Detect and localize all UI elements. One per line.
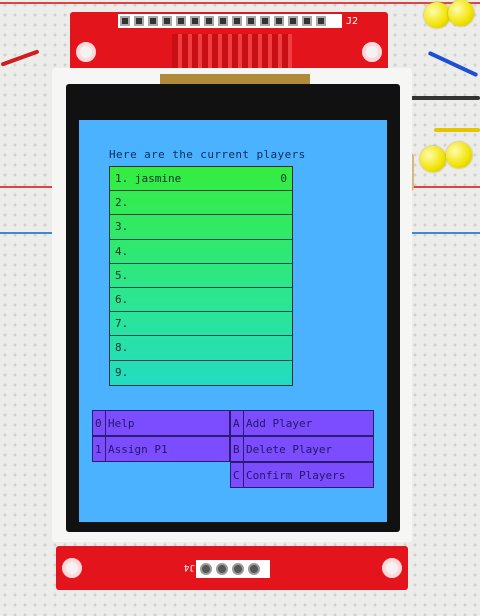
player-row[interactable]: 1. jasmine 0 [110, 167, 292, 192]
player-label: 6. [115, 292, 129, 306]
player-row[interactable]: 9. [110, 361, 292, 385]
confirm-players-button[interactable]: C Confirm Players [230, 462, 374, 488]
player-label: 3. [115, 220, 129, 234]
menu-key: A [233, 417, 240, 430]
player-label: 2. [115, 196, 129, 210]
screen-title: Here are the current players [109, 148, 306, 161]
mount-hole [382, 558, 402, 578]
player-row[interactable]: 8. [110, 336, 292, 361]
menu-label: Delete Player [246, 443, 333, 456]
menu-label: Confirm Players [246, 469, 346, 482]
led-yellow [420, 146, 446, 172]
flex-cable [160, 74, 310, 84]
player-label: 7. [115, 317, 129, 331]
menu-label: Help [108, 417, 135, 430]
mount-hole [62, 558, 82, 578]
player-score: 0 [280, 172, 287, 185]
led-yellow [424, 2, 450, 28]
assign-p1-button[interactable]: 1 Assign P1 [92, 436, 230, 462]
player-list: 1. jasmine 0 2. 3. 4. 5. 6. 7. 8. 9. [109, 166, 293, 386]
menu-key: C [233, 469, 240, 482]
player-label: 5. [115, 268, 129, 282]
menu-key: B [233, 443, 240, 456]
yellow-wire [434, 128, 480, 132]
delete-player-button[interactable]: B Delete Player [230, 436, 374, 462]
menu: 0 Help 1 Assign P1 A Add Player B Delete… [92, 410, 374, 494]
menu-key: 1 [95, 443, 102, 456]
led-yellow [448, 0, 474, 26]
header-pins-top [118, 14, 342, 28]
menu-label: Add Player [246, 417, 313, 430]
add-player-button[interactable]: A Add Player [230, 410, 374, 436]
mount-hole [362, 42, 382, 62]
mount-hole [76, 42, 96, 62]
menu-key: 0 [95, 417, 102, 430]
player-row[interactable]: 4. [110, 240, 292, 264]
player-row[interactable]: 2. [110, 191, 292, 216]
player-label: 4. [115, 244, 129, 258]
player-label: 9. [115, 365, 129, 379]
player-label: 8. [115, 341, 129, 355]
connector-label-j4: J4 [184, 562, 195, 572]
help-button[interactable]: 0 Help [92, 410, 230, 436]
led-yellow [446, 142, 472, 168]
power-rail-red-top [0, 2, 480, 4]
player-row[interactable]: 6. [110, 288, 292, 313]
player-row[interactable]: 5. [110, 264, 292, 288]
player-row[interactable]: 3. [110, 215, 292, 240]
player-row[interactable]: 7. [110, 312, 292, 337]
header-pins-bottom [196, 560, 270, 578]
player-label: 1. jasmine [115, 172, 182, 185]
menu-label: Assign P1 [108, 443, 168, 456]
black-wire [404, 96, 480, 100]
tft-screen: Here are the current players 1. jasmine 0… [79, 120, 387, 522]
connector-label-j2: J2 [346, 16, 359, 27]
